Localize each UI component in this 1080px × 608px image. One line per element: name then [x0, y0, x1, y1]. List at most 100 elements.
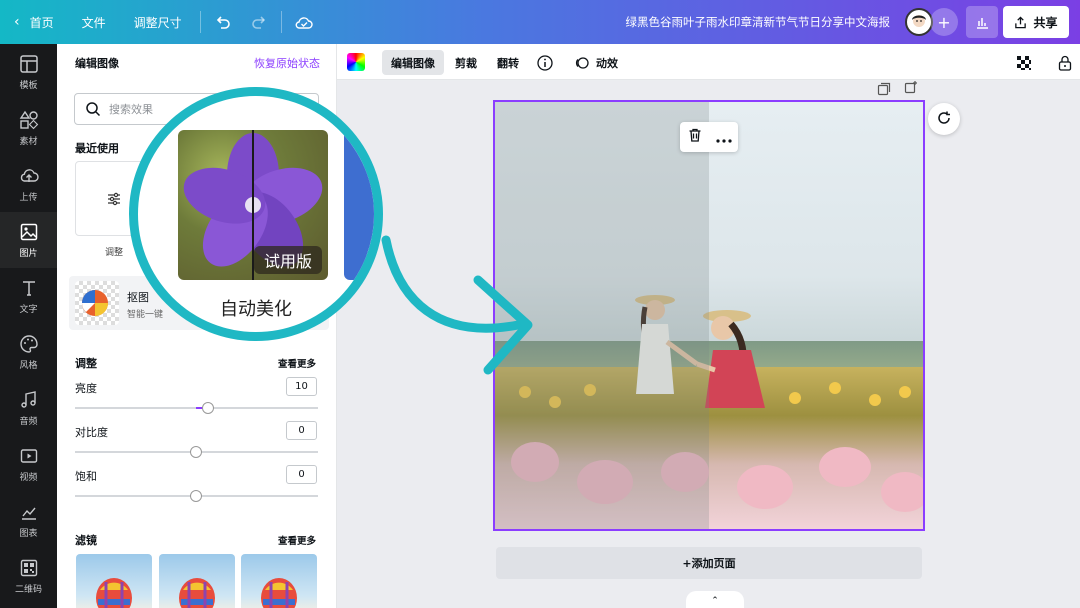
redo-button[interactable] — [241, 0, 277, 44]
chart-icon — [21, 507, 36, 520]
saturation-thumb[interactable] — [190, 490, 202, 502]
rail-label: 模板 — [19, 80, 38, 91]
plus-icon: + — [937, 12, 951, 32]
info-button[interactable] — [528, 50, 562, 75]
context-toolbar: 编辑图像 剪裁 翻转 动效 — [337, 44, 1080, 80]
add-page-icon[interactable] — [904, 80, 918, 94]
rail-label: 图表 — [19, 528, 38, 539]
chevron-left-icon: ‹ — [14, 14, 20, 30]
animate-label: 动效 — [596, 56, 618, 70]
home-label: 首页 — [29, 15, 54, 30]
filter-thumbnail[interactable] — [241, 554, 317, 608]
adjust-heading: 调整 — [75, 357, 97, 370]
recent-heading: 最近使用 — [75, 142, 119, 155]
file-menu[interactable]: 文件 — [68, 0, 120, 44]
saturation-slider[interactable] — [75, 490, 318, 502]
contrast-value[interactable]: 0 — [286, 421, 317, 440]
flip-button[interactable]: 翻转 — [488, 50, 528, 75]
filter-thumbnail[interactable] — [76, 554, 152, 608]
brightness-thumb[interactable] — [202, 402, 214, 414]
brightness-value[interactable]: 10 — [286, 377, 317, 396]
animate-icon — [575, 56, 589, 69]
undo-button[interactable] — [205, 0, 241, 44]
rail-item-qrcode[interactable]: 二维码 — [0, 548, 57, 604]
sliders-icon — [108, 192, 120, 205]
top-bar: ‹ 首页 文件 调整尺寸 绿黑色谷雨叶子雨水印章清新节气节日分享中文海报 + 共… — [0, 0, 1080, 44]
undo-icon — [216, 16, 230, 29]
share-label: 共享 — [1033, 15, 1058, 30]
more-horizontal-icon — [715, 138, 732, 143]
add-page-button[interactable]: +添加页面 — [496, 547, 922, 579]
more-options-button[interactable] — [715, 128, 732, 147]
duplicate-page-icon[interactable] — [877, 82, 891, 96]
reset-link[interactable]: 恢复原始状态 — [254, 55, 320, 71]
redo-icon — [251, 16, 265, 29]
upload-icon — [1015, 15, 1027, 28]
home-button[interactable]: ‹ 首页 — [0, 0, 68, 44]
rail-item-audio[interactable]: 音频 — [0, 380, 57, 436]
divider — [199, 11, 201, 33]
rail-item-text[interactable]: 文字 — [0, 268, 57, 324]
selected-photo[interactable] — [493, 100, 925, 531]
transparency-button[interactable] — [1007, 50, 1041, 75]
rail-item-elements[interactable]: 素材 — [0, 100, 57, 156]
cloud-save-button[interactable] — [286, 0, 322, 44]
floating-element-menu — [680, 122, 738, 152]
transparency-icon — [1017, 55, 1031, 70]
contrast-slider[interactable] — [75, 446, 318, 458]
brightness-label: 亮度 — [75, 382, 97, 395]
lock-icon — [1058, 55, 1072, 71]
elements-icon — [19, 110, 38, 129]
rail-label: 素材 — [19, 136, 38, 147]
add-collaborator-button[interactable]: + — [930, 8, 958, 36]
rail-item-photos[interactable]: 图片 — [0, 212, 57, 268]
chevron-up-icon: ⌃ — [711, 596, 719, 606]
upload-icon — [20, 168, 39, 182]
rail-item-video[interactable]: 视频 — [0, 436, 57, 492]
saturation-value[interactable]: 0 — [286, 465, 317, 484]
filters-heading: 滤镜 — [75, 534, 97, 547]
rail-label: 文字 — [19, 304, 38, 315]
panel-title: 编辑图像 — [75, 57, 119, 70]
resize-menu[interactable]: 调整尺寸 — [120, 0, 196, 44]
lock-button[interactable] — [1049, 50, 1080, 75]
collapse-pages-button[interactable]: ⌃ — [686, 591, 744, 608]
arrow-icon — [381, 235, 533, 375]
color-picker-button[interactable] — [347, 53, 365, 71]
rotate-icon — [938, 111, 950, 124]
rail-label: 音频 — [19, 416, 38, 427]
music-icon — [20, 390, 36, 408]
contrast-thumb[interactable] — [190, 446, 202, 458]
rail-item-uploads[interactable]: 上传 — [0, 156, 57, 212]
delete-button[interactable] — [687, 127, 703, 147]
design-title[interactable]: 绿黑色谷雨叶子雨水印章清新节气节日分享中文海报 — [560, 14, 891, 30]
animate-button[interactable]: 动效 — [565, 50, 627, 75]
filter-thumbnail[interactable] — [159, 554, 235, 608]
rail-item-templates[interactable]: 模板 — [0, 44, 57, 100]
crop-button[interactable]: 剪裁 — [446, 50, 486, 75]
bar-chart-icon — [977, 18, 988, 29]
feature-callout: 试用版 自动美化 — [129, 87, 383, 341]
avatar[interactable] — [905, 8, 933, 36]
auto-enhance-label: 自动美化 — [220, 299, 292, 320]
insights-button[interactable] — [966, 6, 998, 38]
video-icon — [20, 448, 37, 463]
template-icon — [19, 54, 38, 73]
rail-label: 上传 — [19, 192, 38, 203]
brightness-slider[interactable] — [75, 402, 318, 414]
side-rail: 模板 素材 上传 图片 文字 风格 音频 视频 图表 二维码 — [0, 44, 57, 608]
rail-item-styles[interactable]: 风格 — [0, 324, 57, 380]
adjust-see-more-link[interactable]: 查看更多 — [278, 356, 316, 370]
auto-enhance-thumbnail[interactable]: 试用版 — [178, 130, 328, 280]
qrcode-icon — [20, 559, 37, 576]
rail-label: 图片 — [19, 248, 38, 259]
search-placeholder: 搜索效果 — [109, 103, 153, 116]
bg-remover-thumbnail — [75, 281, 119, 325]
share-button[interactable]: 共享 — [1003, 6, 1069, 38]
filters-see-more-link[interactable]: 查看更多 — [278, 533, 316, 547]
rail-item-charts[interactable]: 图表 — [0, 492, 57, 548]
edit-image-button[interactable]: 编辑图像 — [382, 50, 444, 75]
rotate-button[interactable] — [928, 103, 960, 135]
text-icon — [22, 280, 35, 296]
contrast-label: 对比度 — [75, 426, 108, 439]
